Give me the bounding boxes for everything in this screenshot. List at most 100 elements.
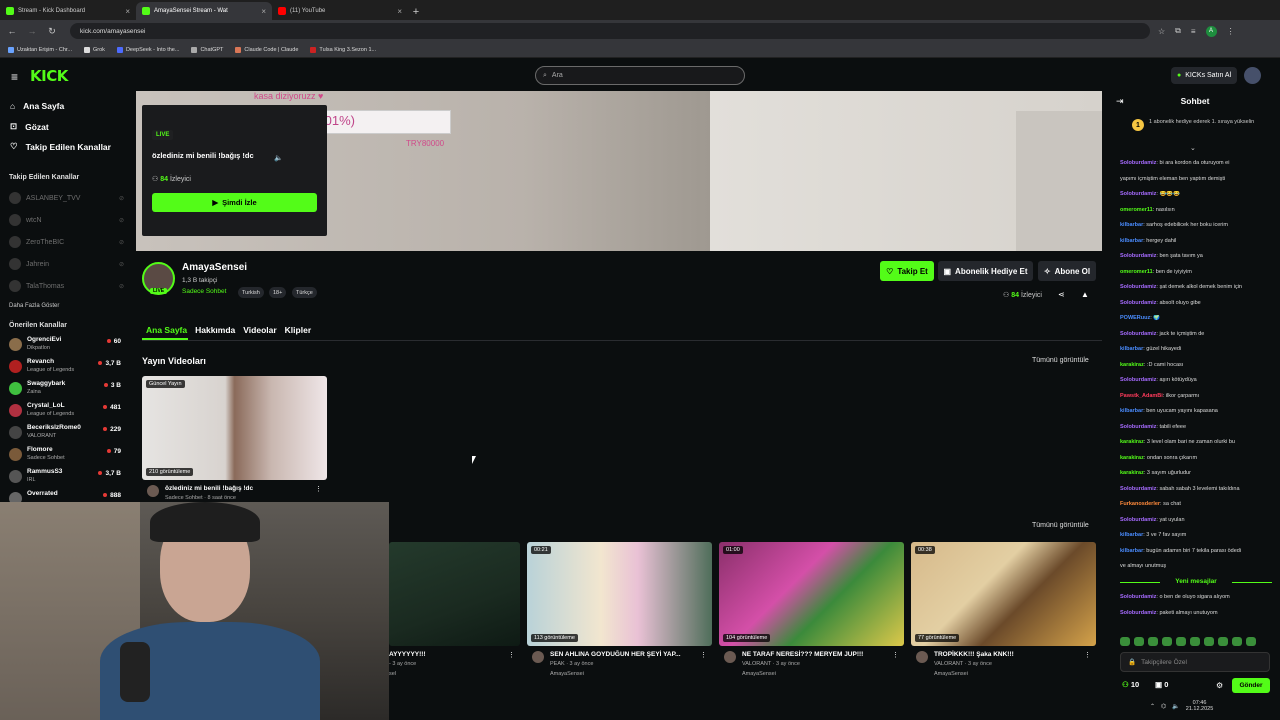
tag[interactable]: 18+ [269, 287, 287, 298]
kick-logo[interactable]: KICK [30, 67, 68, 85]
emote-icon[interactable] [1162, 637, 1172, 646]
tag[interactable]: Turkish [238, 287, 264, 298]
emote-icon[interactable] [1190, 637, 1200, 646]
bookmark-item[interactable]: Uzaktan Erişim - Chr... [8, 46, 72, 53]
close-tab-icon[interactable]: × [261, 7, 266, 16]
see-all-clips-link[interactable]: Tümünü görüntüle [1032, 522, 1089, 529]
url-field[interactable]: kick.com/amayasensei [70, 23, 1150, 39]
chat-username[interactable]: Soloburdamiz [1120, 377, 1156, 383]
chat-username[interactable]: POWERuuz [1120, 315, 1150, 321]
recommended-channel[interactable]: RammusS3 IRL 3,7 B [9, 467, 121, 487]
more-icon[interactable]: ⋮ [1227, 27, 1235, 36]
recommended-channel[interactable]: Flomore Sadece Sohbet 79 [9, 445, 121, 465]
more-options-icon[interactable]: ⋮ [315, 485, 322, 493]
chat-username[interactable]: kilbarbar [1120, 346, 1143, 352]
chat-username[interactable]: Soloburdamiz [1120, 191, 1156, 197]
tab-about[interactable]: Hakkımda [195, 325, 235, 335]
chat-username[interactable]: Soloburdamiz [1120, 160, 1156, 166]
more-options-icon[interactable]: ⋮ [1084, 651, 1091, 659]
emote-icon[interactable] [1204, 637, 1214, 646]
bookmark-item[interactable]: Grok [84, 46, 105, 53]
more-options-icon[interactable]: ⋮ [508, 651, 515, 659]
bookmark-item[interactable]: ChatGPT [191, 46, 223, 53]
recommended-channel[interactable]: Crystal_LoL League of Legends 481 [9, 401, 121, 421]
latest-stream-thumbnail[interactable]: Güncel Yayın 210 görüntüleme [142, 376, 327, 480]
clip-title[interactable]: SEN AHLINA GOYDUĞUN HER ŞEYİ YAP... [550, 651, 681, 658]
chat-username[interactable]: Soloburdamiz [1120, 610, 1156, 616]
gift-sub-button[interactable]: ▣ Abonelik Hediye Et [938, 261, 1033, 281]
clip-thumbnail[interactable]: 00:21 113 görüntüleme [527, 542, 712, 646]
bookmark-item[interactable]: Claude Code | Claude [235, 46, 298, 53]
see-all-streams-link[interactable]: Tümünü görüntüle [1032, 357, 1089, 364]
followed-channel[interactable]: TalaThomas ⊘ [9, 280, 124, 292]
category-link[interactable]: Sadece Sohbet [182, 288, 226, 295]
chat-username[interactable]: kilbarbar [1120, 222, 1143, 228]
bookmark-star-icon[interactable]: ☆ [1158, 27, 1165, 36]
followed-channel[interactable]: ZeroTheBIC ⊘ [9, 236, 124, 248]
chat-username[interactable]: Soloburdamiz [1120, 486, 1156, 492]
kick-points[interactable]: ⚇ 10 [1122, 680, 1139, 689]
more-options-icon[interactable]: ⋮ [892, 651, 899, 659]
channel-name[interactable]: AmayaSensei [182, 262, 247, 273]
tag[interactable]: Türkçe [292, 287, 317, 298]
tab-videos[interactable]: Videolar [243, 325, 276, 335]
buy-kicks-button[interactable]: ● KICKs Satın Al [1171, 67, 1238, 84]
chat-username[interactable]: Soloburdamiz [1120, 253, 1156, 259]
new-tab-button[interactable]: + [408, 4, 424, 20]
close-tab-icon[interactable]: × [397, 7, 402, 16]
browser-tab-youtube[interactable]: (11) YouTube × [272, 2, 408, 20]
clip-thumbnail[interactable]: 01:00 104 görüntüleme [719, 542, 904, 646]
recommended-channel[interactable]: OgrenciEvi Dikpatlon 60 [9, 335, 121, 355]
emote-icon[interactable] [1176, 637, 1186, 646]
volume-icon[interactable]: 🔈 [274, 154, 283, 162]
emote-icon[interactable] [1218, 637, 1228, 646]
chat-username[interactable]: Soloburdamiz [1120, 284, 1156, 290]
chat-username[interactable]: Soloburdamiz [1120, 594, 1156, 600]
recommended-channel[interactable]: Revanch League of Legends 3,7 B [9, 357, 121, 377]
subscribe-button[interactable]: ✧ Abone Ol [1038, 261, 1096, 281]
chat-username[interactable]: Soloburdamiz [1120, 331, 1156, 337]
watch-now-button[interactable]: ▶ Şimdi İzle [152, 193, 317, 212]
report-icon[interactable]: ▲ [1081, 290, 1089, 299]
chat-settings-gear-icon[interactable]: ⚙ [1216, 681, 1223, 690]
chat-username[interactable]: kilbarbar [1120, 548, 1143, 554]
recommended-channel[interactable]: BecerikslzRome0 VALORANT 229 [9, 423, 121, 443]
followed-channel[interactable]: Jahrein ⊘ [9, 258, 124, 270]
network-icon[interactable]: ⌬ [1161, 703, 1166, 710]
chat-username[interactable]: Soloburdamiz [1120, 517, 1156, 523]
extension-icon[interactable]: ⧉ [1175, 26, 1181, 36]
follow-button[interactable]: ♡ Takip Et [880, 261, 934, 281]
send-button[interactable]: Gönder [1232, 678, 1270, 693]
tab-clips[interactable]: Klipler [285, 325, 311, 335]
tab-home[interactable]: Ana Sayfa [146, 325, 187, 335]
sidebar-item-home[interactable]: ⌂ Ana Sayfa [10, 101, 64, 111]
gift-count[interactable]: ▣ 0 [1155, 680, 1168, 689]
profile-avatar[interactable]: A [1205, 25, 1217, 37]
clock[interactable]: 07:46 21.12.2025 [1186, 700, 1214, 712]
back-icon[interactable]: ← [6, 26, 18, 36]
video-title[interactable]: özlediniz mi benili !bağış !dc [165, 485, 253, 492]
chat-username[interactable]: Soloburdamiz [1120, 424, 1156, 430]
hamburger-menu-icon[interactable]: ≡ [11, 70, 18, 84]
chat-username[interactable]: karakiraz [1120, 470, 1144, 476]
forward-icon[interactable]: → [26, 26, 38, 36]
bookmark-item[interactable]: DeepSeek - Into the... [116, 46, 179, 53]
browser-tab-stream[interactable]: AmayaSensei Stream - Wat × [136, 2, 272, 20]
emote-icon[interactable] [1148, 637, 1158, 646]
chat-username[interactable]: karakiraz [1120, 439, 1144, 445]
clip-thumbnail[interactable]: 00:38 77 görüntüleme [911, 542, 1096, 646]
chat-username[interactable]: kilbarbar [1120, 408, 1143, 414]
chat-username[interactable]: Pawstk_AdamBi [1120, 393, 1163, 399]
chat-username[interactable]: omeromer11 [1120, 269, 1153, 275]
sidebar-item-browse[interactable]: ⊡ Gözat [10, 121, 49, 132]
emote-icon[interactable] [1232, 637, 1242, 646]
emote-icon[interactable] [1246, 637, 1256, 646]
emote-icon[interactable] [1134, 637, 1144, 646]
clip-thumbnail[interactable] [389, 542, 520, 646]
chat-username[interactable]: omeromer11 [1120, 207, 1153, 213]
bookmark-item[interactable]: Tulsa King 3.Sezon 1... [310, 46, 376, 53]
volume-icon[interactable]: 🔈 [1172, 703, 1179, 710]
chevron-down-icon[interactable]: ⌄ [1190, 144, 1196, 152]
browser-tab-dashboard[interactable]: Stream - Kick Dashboard × [0, 2, 136, 20]
chat-username[interactable]: karakiraz [1120, 455, 1144, 461]
